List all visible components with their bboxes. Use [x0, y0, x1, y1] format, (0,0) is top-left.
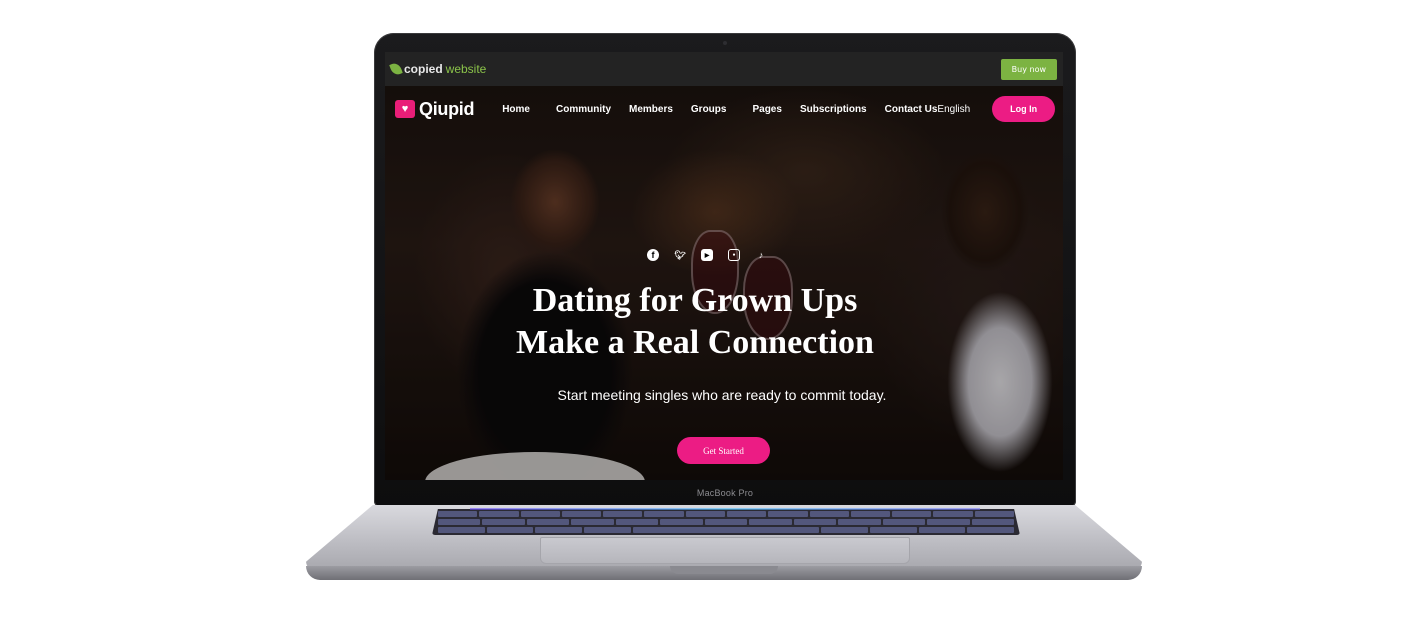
camera-dot — [723, 41, 727, 45]
nav-link-home[interactable]: Home — [502, 104, 530, 115]
nav-link-community[interactable]: Community — [556, 104, 611, 115]
keyboard-backlight — [470, 508, 980, 510]
trackpad — [540, 537, 910, 564]
leaf-icon — [389, 61, 403, 77]
copied-website-logo[interactable]: copied website — [389, 61, 487, 77]
login-button[interactable]: Log In — [992, 96, 1055, 122]
brand-name: Qiupid — [419, 98, 475, 119]
twitter-icon[interactable]: 🐦︎ — [674, 249, 686, 261]
buy-now-button[interactable]: Buy now — [1000, 58, 1057, 80]
logo-word-copied: copied — [404, 62, 443, 76]
copied-website-bar: copied website Buy now — [385, 52, 1063, 86]
instagram-icon[interactable]: ● — [728, 249, 740, 261]
nav-link-pages[interactable]: Pages — [752, 104, 781, 115]
youtube-icon[interactable]: ▶ — [701, 249, 713, 261]
get-started-button[interactable]: Get Started — [677, 437, 770, 464]
nav-link-subscriptions[interactable]: Subscriptions — [800, 104, 867, 115]
facebook-icon[interactable]: f — [647, 249, 659, 261]
laptop-screen: copied website Buy now ♥ Qiupid Home Com… — [385, 52, 1063, 480]
nav-link-members[interactable]: Members — [629, 104, 673, 115]
hero-headline-line1: Dating for Grown Ups — [532, 282, 858, 319]
nav-links: Home Community Members Groups Pages Subs… — [502, 104, 937, 115]
hero-headline-line2: Make a Real Connection — [516, 324, 874, 361]
hero-headline: Dating for Grown Ups Make a Real Connect… — [445, 280, 945, 364]
main-navbar: ♥ Qiupid Home Community Members Groups P… — [385, 86, 1063, 132]
tiktok-icon[interactable]: ♪ — [755, 249, 767, 261]
nav-link-contact-us[interactable]: Contact Us — [885, 104, 938, 115]
laptop-notch — [670, 566, 778, 574]
hero-subline: Start meeting singles who are ready to c… — [557, 387, 887, 403]
logo-word-website: website — [445, 62, 487, 76]
brand-logo[interactable]: ♥ Qiupid — [395, 98, 475, 120]
device-model-label: MacBook Pro — [696, 488, 754, 498]
nav-link-groups[interactable]: Groups — [691, 104, 727, 115]
language-selector[interactable]: English — [937, 104, 970, 115]
keyboard-keys — [438, 511, 1015, 533]
social-links: f 🐦︎ ▶ ● ♪ — [647, 249, 767, 261]
heart-chat-icon: ♥ — [395, 100, 415, 118]
